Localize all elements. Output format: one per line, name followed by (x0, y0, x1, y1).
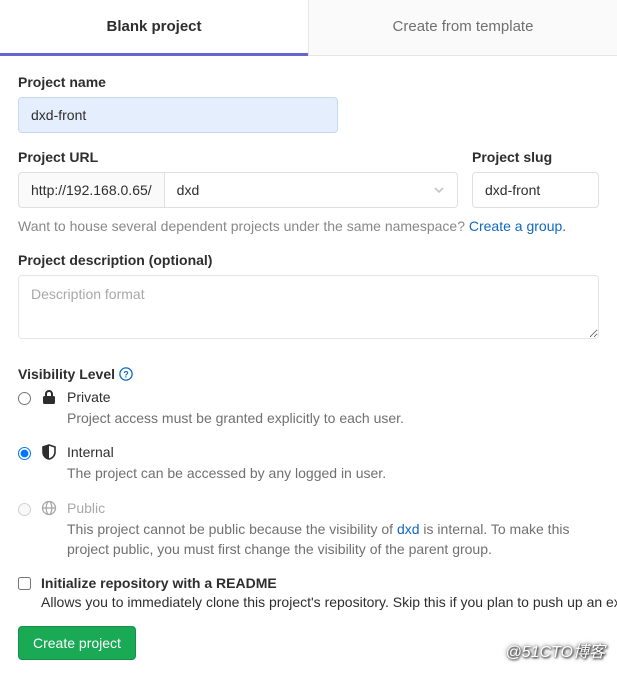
create-group-link[interactable]: Create a group. (469, 218, 566, 234)
namespace-hint: Want to house several dependent projects… (18, 218, 599, 234)
project-url-label: Project URL (18, 149, 458, 165)
visibility-internal-desc: The project can be accessed by any logge… (67, 463, 386, 483)
visibility-internal-title: Internal (67, 444, 386, 460)
project-slug-input[interactable] (472, 172, 599, 208)
readme-checkbox[interactable] (18, 577, 31, 590)
visibility-private-radio[interactable] (18, 392, 31, 405)
svg-text:?: ? (123, 370, 128, 380)
project-tabs: Blank project Create from template (0, 0, 617, 56)
visibility-private-desc: Project access must be granted explicitl… (67, 408, 404, 428)
create-project-button[interactable]: Create project (18, 626, 136, 660)
tab-create-from-template[interactable]: Create from template (308, 0, 617, 55)
readme-checkbox-group[interactable]: Initialize repository with a README Allo… (18, 575, 599, 610)
description-textarea[interactable] (18, 275, 599, 339)
globe-icon (41, 500, 57, 516)
visibility-public-radio (18, 503, 31, 516)
visibility-internal-radio[interactable] (18, 447, 31, 460)
tab-blank-project[interactable]: Blank project (0, 0, 308, 56)
visibility-public-desc: This project cannot be public because th… (67, 519, 599, 560)
project-name-label: Project name (18, 74, 599, 90)
shield-icon (41, 444, 57, 460)
visibility-public: Public This project cannot be public bec… (18, 500, 599, 560)
visibility-private[interactable]: Private Project access must be granted e… (18, 389, 599, 428)
chevron-down-icon (433, 184, 445, 196)
project-name-input[interactable] (18, 97, 338, 133)
namespace-selected: dxd (177, 182, 200, 198)
description-label: Project description (optional) (18, 252, 599, 268)
lock-icon (41, 389, 57, 405)
parent-group-link[interactable]: dxd (397, 521, 420, 537)
readme-desc: Allows you to immediately clone this pro… (41, 594, 617, 610)
visibility-private-title: Private (67, 389, 404, 405)
project-url-prefix: http://192.168.0.65/ (18, 172, 164, 208)
readme-title: Initialize repository with a README (41, 575, 617, 591)
namespace-select[interactable]: dxd (164, 172, 458, 208)
visibility-label: Visibility Level (18, 366, 115, 382)
help-icon[interactable]: ? (119, 367, 133, 381)
visibility-internal[interactable]: Internal The project can be accessed by … (18, 444, 599, 483)
project-slug-label: Project slug (472, 149, 599, 165)
visibility-public-title: Public (67, 500, 599, 516)
project-name-group: Project name (18, 74, 599, 133)
